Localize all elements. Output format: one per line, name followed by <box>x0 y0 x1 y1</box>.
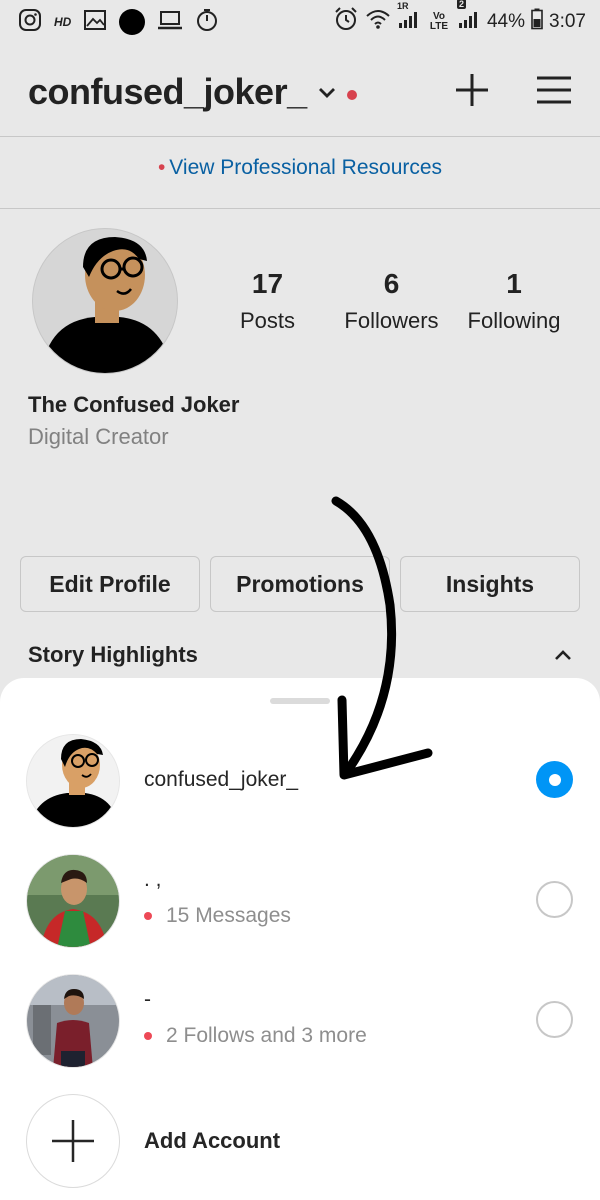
notification-dot <box>144 912 152 920</box>
account-row[interactable]: - 2 Follows and 3 more <box>0 970 600 1070</box>
sheet-drag-handle[interactable] <box>270 698 330 704</box>
account-activity-text: 2 Follows and 3 more <box>166 1024 367 1047</box>
account-radio[interactable] <box>536 1001 573 1038</box>
add-account-icon <box>26 1094 120 1188</box>
account-row[interactable]: confused_joker_ <box>0 730 600 830</box>
account-avatar <box>26 734 120 828</box>
add-account-label: Add Account <box>144 1128 281 1153</box>
notification-dot <box>144 1032 152 1040</box>
account-row[interactable]: . , 15 Messages <box>0 850 600 950</box>
add-account-row[interactable]: Add Account <box>0 1094 600 1194</box>
account-username: - <box>144 988 151 1011</box>
account-avatar <box>26 974 120 1068</box>
account-switcher-sheet: confused_joker_ . , 15 Messages - 2 Foll… <box>0 678 600 1200</box>
account-activity-text: 15 Messages <box>166 904 291 927</box>
account-activity: 2 Follows and 3 more <box>144 1024 367 1048</box>
account-username: confused_joker_ <box>144 768 299 791</box>
account-radio[interactable] <box>536 881 573 918</box>
account-avatar <box>26 854 120 948</box>
account-username: . , <box>144 868 162 891</box>
account-activity: 15 Messages <box>144 904 291 928</box>
account-radio-selected[interactable] <box>536 761 573 798</box>
annotation-arrow-icon <box>331 496 433 780</box>
